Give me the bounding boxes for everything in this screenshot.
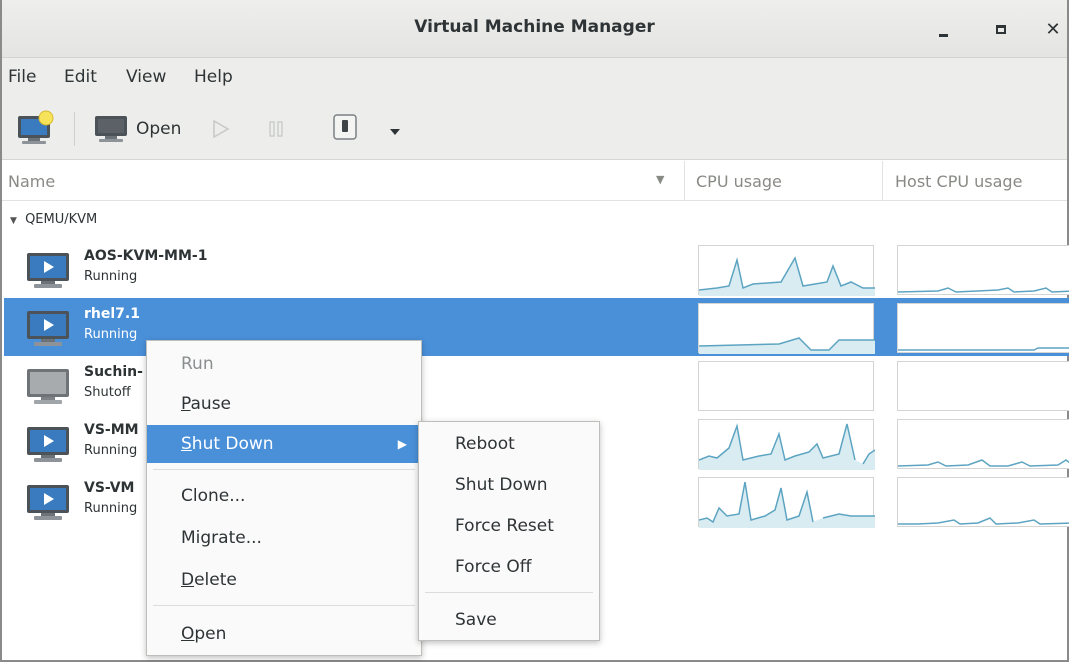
menu-item-label: Run	[181, 354, 214, 374]
host-cpu-usage-graph	[897, 419, 1069, 469]
minimize-button[interactable]	[928, 14, 958, 44]
submenu-item-force-off[interactable]: Force Off	[419, 549, 599, 585]
toolbar: Open	[2, 98, 1067, 160]
menu-view[interactable]: View	[126, 67, 166, 87]
vm-status: Running	[84, 501, 138, 516]
column-divider	[684, 161, 685, 201]
menu-item-delete[interactable]: Delete	[147, 561, 421, 599]
vm-name: AOS-KVM-MM-1	[84, 248, 208, 264]
connection-group[interactable]: ▼ QEMU/KVM	[10, 212, 97, 227]
menu-item-migrate[interactable]: Migrate...	[147, 519, 421, 557]
menu-item-shut-down[interactable]: Shut Down ▶	[147, 425, 421, 463]
menu-separator	[425, 592, 593, 593]
column-cpu-usage[interactable]: CPU usage	[696, 172, 782, 191]
open-button[interactable]: Open	[94, 112, 181, 146]
submenu-arrow-icon: ▶	[397, 437, 407, 451]
menu-separator	[153, 469, 415, 470]
submenu-item-reboot[interactable]: Reboot	[419, 426, 599, 462]
column-header: Name ▼ CPU usage Host CPU usage	[2, 161, 1067, 201]
cpu-usage-graph	[698, 419, 875, 470]
connection-label: QEMU/KVM	[25, 212, 98, 227]
pause-icon	[269, 121, 283, 137]
host-cpu-usage-graph	[897, 477, 1069, 527]
shutoff-vm-icon	[26, 368, 72, 410]
host-cpu-usage-graph	[897, 361, 1069, 411]
vm-status: Running	[84, 269, 138, 284]
menu-bar: File Edit View Help	[2, 58, 1067, 98]
pause-button[interactable]	[268, 120, 284, 142]
host-cpu-usage-graph	[897, 245, 1069, 295]
menu-item-open[interactable]: Open	[147, 615, 421, 653]
maximize-icon	[996, 24, 1006, 34]
menu-item-pause[interactable]: Pause	[147, 385, 421, 423]
menu-item-label: Shut Down	[181, 434, 274, 454]
cpu-usage-graph	[698, 303, 875, 354]
new-vm-button[interactable]	[16, 110, 56, 150]
maximize-button[interactable]	[986, 14, 1016, 44]
power-icon	[333, 114, 357, 140]
vm-name: VS-VM	[84, 480, 135, 496]
minimize-icon	[938, 33, 948, 37]
menu-separator	[153, 605, 415, 606]
host-cpu-usage-graph	[897, 303, 1069, 353]
shutdown-dropdown-button[interactable]	[388, 122, 402, 141]
menu-item-label: Open	[181, 624, 227, 644]
running-vm-icon	[26, 252, 72, 294]
menu-item-clone[interactable]: Clone...	[147, 477, 421, 515]
cpu-usage-graph	[698, 245, 875, 296]
vm-name: VS-MM	[84, 422, 139, 438]
menu-item-label: Pause	[181, 394, 232, 414]
submenu-item-save[interactable]: Save	[419, 602, 599, 638]
vm-name: Suchin-	[84, 364, 143, 380]
column-host-cpu-usage[interactable]: Host CPU usage	[895, 172, 1022, 191]
running-vm-icon	[26, 484, 72, 526]
virt-manager-window: Virtual Machine Manager ✕ File Edit View…	[0, 0, 1069, 662]
vm-name: rhel7.1	[84, 306, 140, 322]
menu-item-label: Clone...	[181, 486, 246, 506]
vm-status: Shutoff	[84, 385, 131, 400]
toolbar-separator	[74, 112, 75, 146]
vm-status: Running	[84, 327, 138, 342]
vm-context-menu: Run Pause Shut Down ▶ Clone... Migrate...…	[146, 340, 422, 656]
cpu-usage-graph	[698, 477, 875, 528]
close-button[interactable]: ✕	[1038, 14, 1068, 44]
title-bar[interactable]: Virtual Machine Manager ✕	[2, 0, 1067, 58]
cpu-usage-graph	[698, 361, 874, 411]
menu-file[interactable]: File	[8, 67, 36, 87]
shutdown-button[interactable]	[332, 113, 358, 147]
open-button-label: Open	[136, 119, 182, 139]
menu-edit[interactable]: Edit	[64, 67, 97, 87]
menu-item-label: Delete	[181, 570, 237, 590]
monitor-icon	[95, 116, 127, 142]
shutdown-submenu: Reboot Shut Down Force Reset Force Off S…	[418, 421, 600, 641]
running-vm-icon	[26, 310, 72, 352]
run-button[interactable]	[212, 119, 230, 143]
column-divider	[882, 161, 883, 201]
vm-status: Running	[84, 443, 138, 458]
expander-icon: ▼	[10, 216, 17, 226]
column-name[interactable]: Name	[8, 172, 55, 191]
submenu-item-force-reset[interactable]: Force Reset	[419, 508, 599, 544]
menu-help[interactable]: Help	[194, 67, 233, 87]
sort-arrow-icon: ▼	[656, 173, 665, 186]
chevron-down-icon	[390, 129, 400, 135]
menu-item-label: Migrate...	[181, 528, 262, 548]
new-vm-icon	[18, 110, 54, 144]
window-title: Virtual Machine Manager	[414, 17, 655, 37]
menu-item-run[interactable]: Run	[147, 345, 421, 383]
vm-row-aos-kvm-mm-1[interactable]: AOS-KVM-MM-1 Running	[4, 240, 1069, 298]
submenu-item-shut-down[interactable]: Shut Down	[419, 467, 599, 503]
close-icon: ✕	[1045, 18, 1061, 40]
play-icon	[213, 119, 230, 139]
running-vm-icon	[26, 426, 72, 468]
